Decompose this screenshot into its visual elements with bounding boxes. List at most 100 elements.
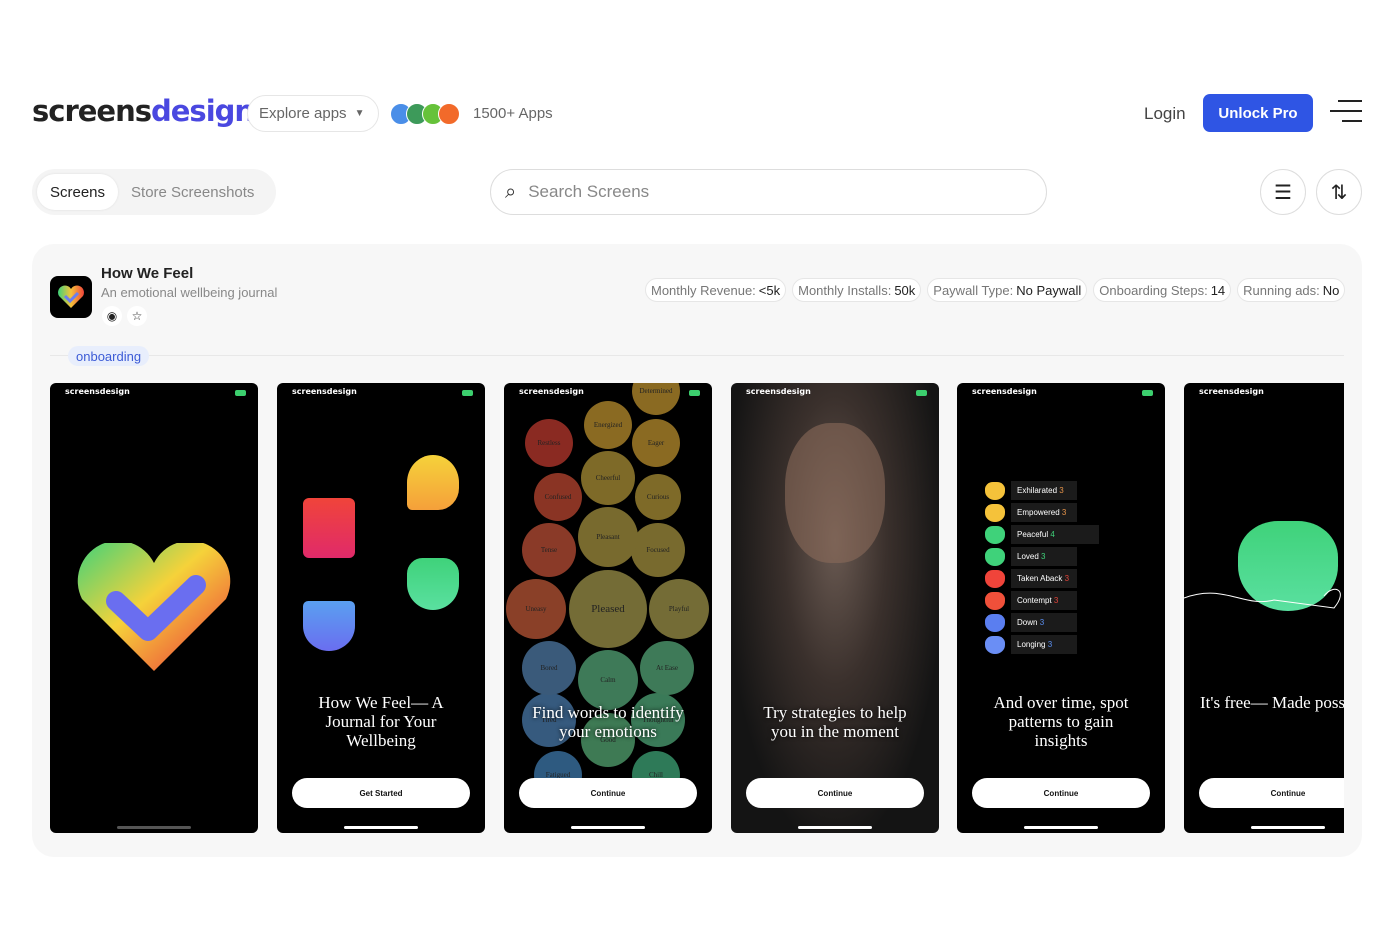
emotion-bubble: Confused [534, 473, 582, 521]
login-link[interactable]: Login [1144, 104, 1186, 124]
explore-label: Explore apps [259, 105, 347, 122]
app-subtitle: An emotional wellbeing journal [101, 285, 278, 300]
screen-2[interactable]: screensdesign How We Feel— A Journal for… [277, 383, 485, 833]
screens-row: screensdesign screensdesign How We Feel—… [50, 383, 1344, 833]
emotion-row: Empowered 3 [985, 503, 1077, 522]
battery-icon [462, 390, 473, 396]
emotion-bubble: Uneasy [506, 579, 566, 639]
emotion-label: Taken Aback 3 [1011, 569, 1077, 588]
search-placeholder: Search Screens [528, 182, 650, 201]
stat-value: No Paywall [1016, 282, 1082, 298]
continue-button[interactable]: Continue [519, 778, 697, 808]
emotion-row: Loved 3 [985, 547, 1077, 566]
stat-chip: Running ads: No [1237, 278, 1346, 302]
emotion-count: 3 [1059, 486, 1064, 495]
heart-logo-graphic [77, 543, 231, 671]
emotion-count: 3 [1039, 618, 1045, 627]
emotion-shape-icon [985, 503, 1005, 522]
emotion-bubble: Bored [522, 641, 576, 695]
emotion-bubble: At Ease [640, 641, 694, 695]
emotion-label: Loved 3 [1011, 547, 1077, 566]
emotion-name: Peaceful [1017, 530, 1049, 539]
sparkle-search-icon: ⌕ [505, 180, 517, 203]
emotion-name: Longing [1017, 640, 1046, 649]
sort-icon[interactable]: ⇅ [1316, 169, 1362, 215]
stat-label: Paywall Type: [933, 282, 1014, 298]
emotion-bubble: Tense [522, 523, 576, 577]
continue-button[interactable]: Continue [746, 778, 924, 808]
emotion-count: 3 [1064, 574, 1070, 583]
emotion-row: Taken Aback 3 [985, 569, 1077, 588]
emotion-shape-icon [985, 591, 1005, 610]
stat-chip: Onboarding Steps: 14 [1093, 278, 1232, 302]
watermark: screensdesign [972, 387, 1037, 396]
emotion-bubble: Playful [649, 579, 709, 639]
stat-chip: Paywall Type: No Paywall [927, 278, 1088, 302]
emotion-row: Longing 3 [985, 635, 1077, 654]
screen-4[interactable]: screensdesign Try strategies to help you… [731, 383, 939, 833]
green-character-graphic [407, 558, 459, 610]
get-started-button[interactable]: Get Started [292, 778, 470, 808]
emotion-row: Contempt 3 [985, 591, 1077, 610]
emotion-count: 3 [1061, 508, 1067, 517]
emotion-count: 3 [1041, 552, 1046, 561]
home-indicator [798, 826, 872, 829]
screen-5[interactable]: screensdesign And over time, spot patter… [957, 383, 1165, 833]
app-avatar [438, 103, 460, 125]
emotion-bubble: Energized [584, 401, 632, 449]
continue-button[interactable]: Continue [972, 778, 1150, 808]
screen-caption: Try strategies to help you in the moment [763, 703, 907, 741]
emotion-row: Down 3 [985, 613, 1077, 632]
watermark: screensdesign [1199, 387, 1264, 396]
emotion-count: 4 [1050, 530, 1055, 539]
screen-caption: Find words to identify your emotions [532, 703, 684, 741]
emotion-name: Loved [1017, 552, 1039, 561]
filter-sliders-icon[interactable]: ☰ [1260, 169, 1306, 215]
screen-6[interactable]: screensdesign It's free— Made possible b… [1184, 383, 1344, 833]
stat-label: Monthly Installs: [798, 282, 892, 298]
tab-screens[interactable]: Screens [37, 174, 119, 210]
screen-3[interactable]: screensdesign Determined Chill Fatigued Goo… [504, 383, 712, 833]
flow-tag[interactable]: onboarding [68, 346, 150, 366]
emotion-bubble: Restless [525, 419, 573, 467]
emotion-bubble: Determined [632, 383, 680, 415]
battery-icon [689, 390, 700, 396]
emotion-label: Contempt 3 [1011, 591, 1077, 610]
emotion-name: Down [1017, 618, 1038, 627]
emotion-count: 3 [1053, 596, 1059, 605]
logo-text-accent: design [151, 94, 255, 128]
emotion-shape-icon [985, 547, 1005, 566]
app-icon[interactable] [50, 276, 92, 318]
watermark: screensdesign [519, 387, 584, 396]
search-input[interactable]: ⌕ Search Screens [490, 169, 1047, 215]
continue-button[interactable]: Continue [1199, 778, 1344, 808]
emotion-bubble: Eager [632, 419, 680, 467]
divider [50, 355, 1344, 356]
unlock-pro-button[interactable]: Unlock Pro [1203, 94, 1313, 132]
emotion-bubble: Calm [578, 650, 638, 710]
eye-icon[interactable]: ◉ [102, 306, 122, 326]
emotion-bubble: Cheerful [581, 451, 635, 505]
menu-icon[interactable] [1330, 100, 1362, 124]
battery-icon [1142, 390, 1153, 396]
portrait-photo [785, 423, 885, 563]
home-indicator [344, 826, 418, 829]
watermark: screensdesign [65, 387, 130, 396]
emotion-bubble: Curious [635, 474, 681, 520]
stat-value: 50k [894, 282, 916, 298]
emotion-label: Longing 3 [1011, 635, 1077, 654]
star-icon[interactable]: ☆ [127, 306, 147, 326]
stat-value: 14 [1210, 282, 1226, 298]
home-indicator [117, 826, 191, 829]
app-name[interactable]: How We Feel [101, 265, 193, 282]
emotion-label: Peaceful 4 [1011, 525, 1099, 544]
emotion-bubble: Pleased [569, 570, 647, 648]
tab-store-screenshots[interactable]: Store Screenshots [118, 174, 267, 210]
screen-1[interactable]: screensdesign [50, 383, 258, 833]
explore-apps-dropdown[interactable]: Explore apps ▼ [247, 95, 379, 132]
logo[interactable]: screensdesign [32, 94, 255, 128]
emotion-label: Down 3 [1011, 613, 1077, 632]
emotion-row: Peaceful 4 [985, 525, 1099, 544]
emotion-shape-icon [985, 635, 1005, 654]
view-tabs: Screens Store Screenshots [32, 169, 276, 215]
